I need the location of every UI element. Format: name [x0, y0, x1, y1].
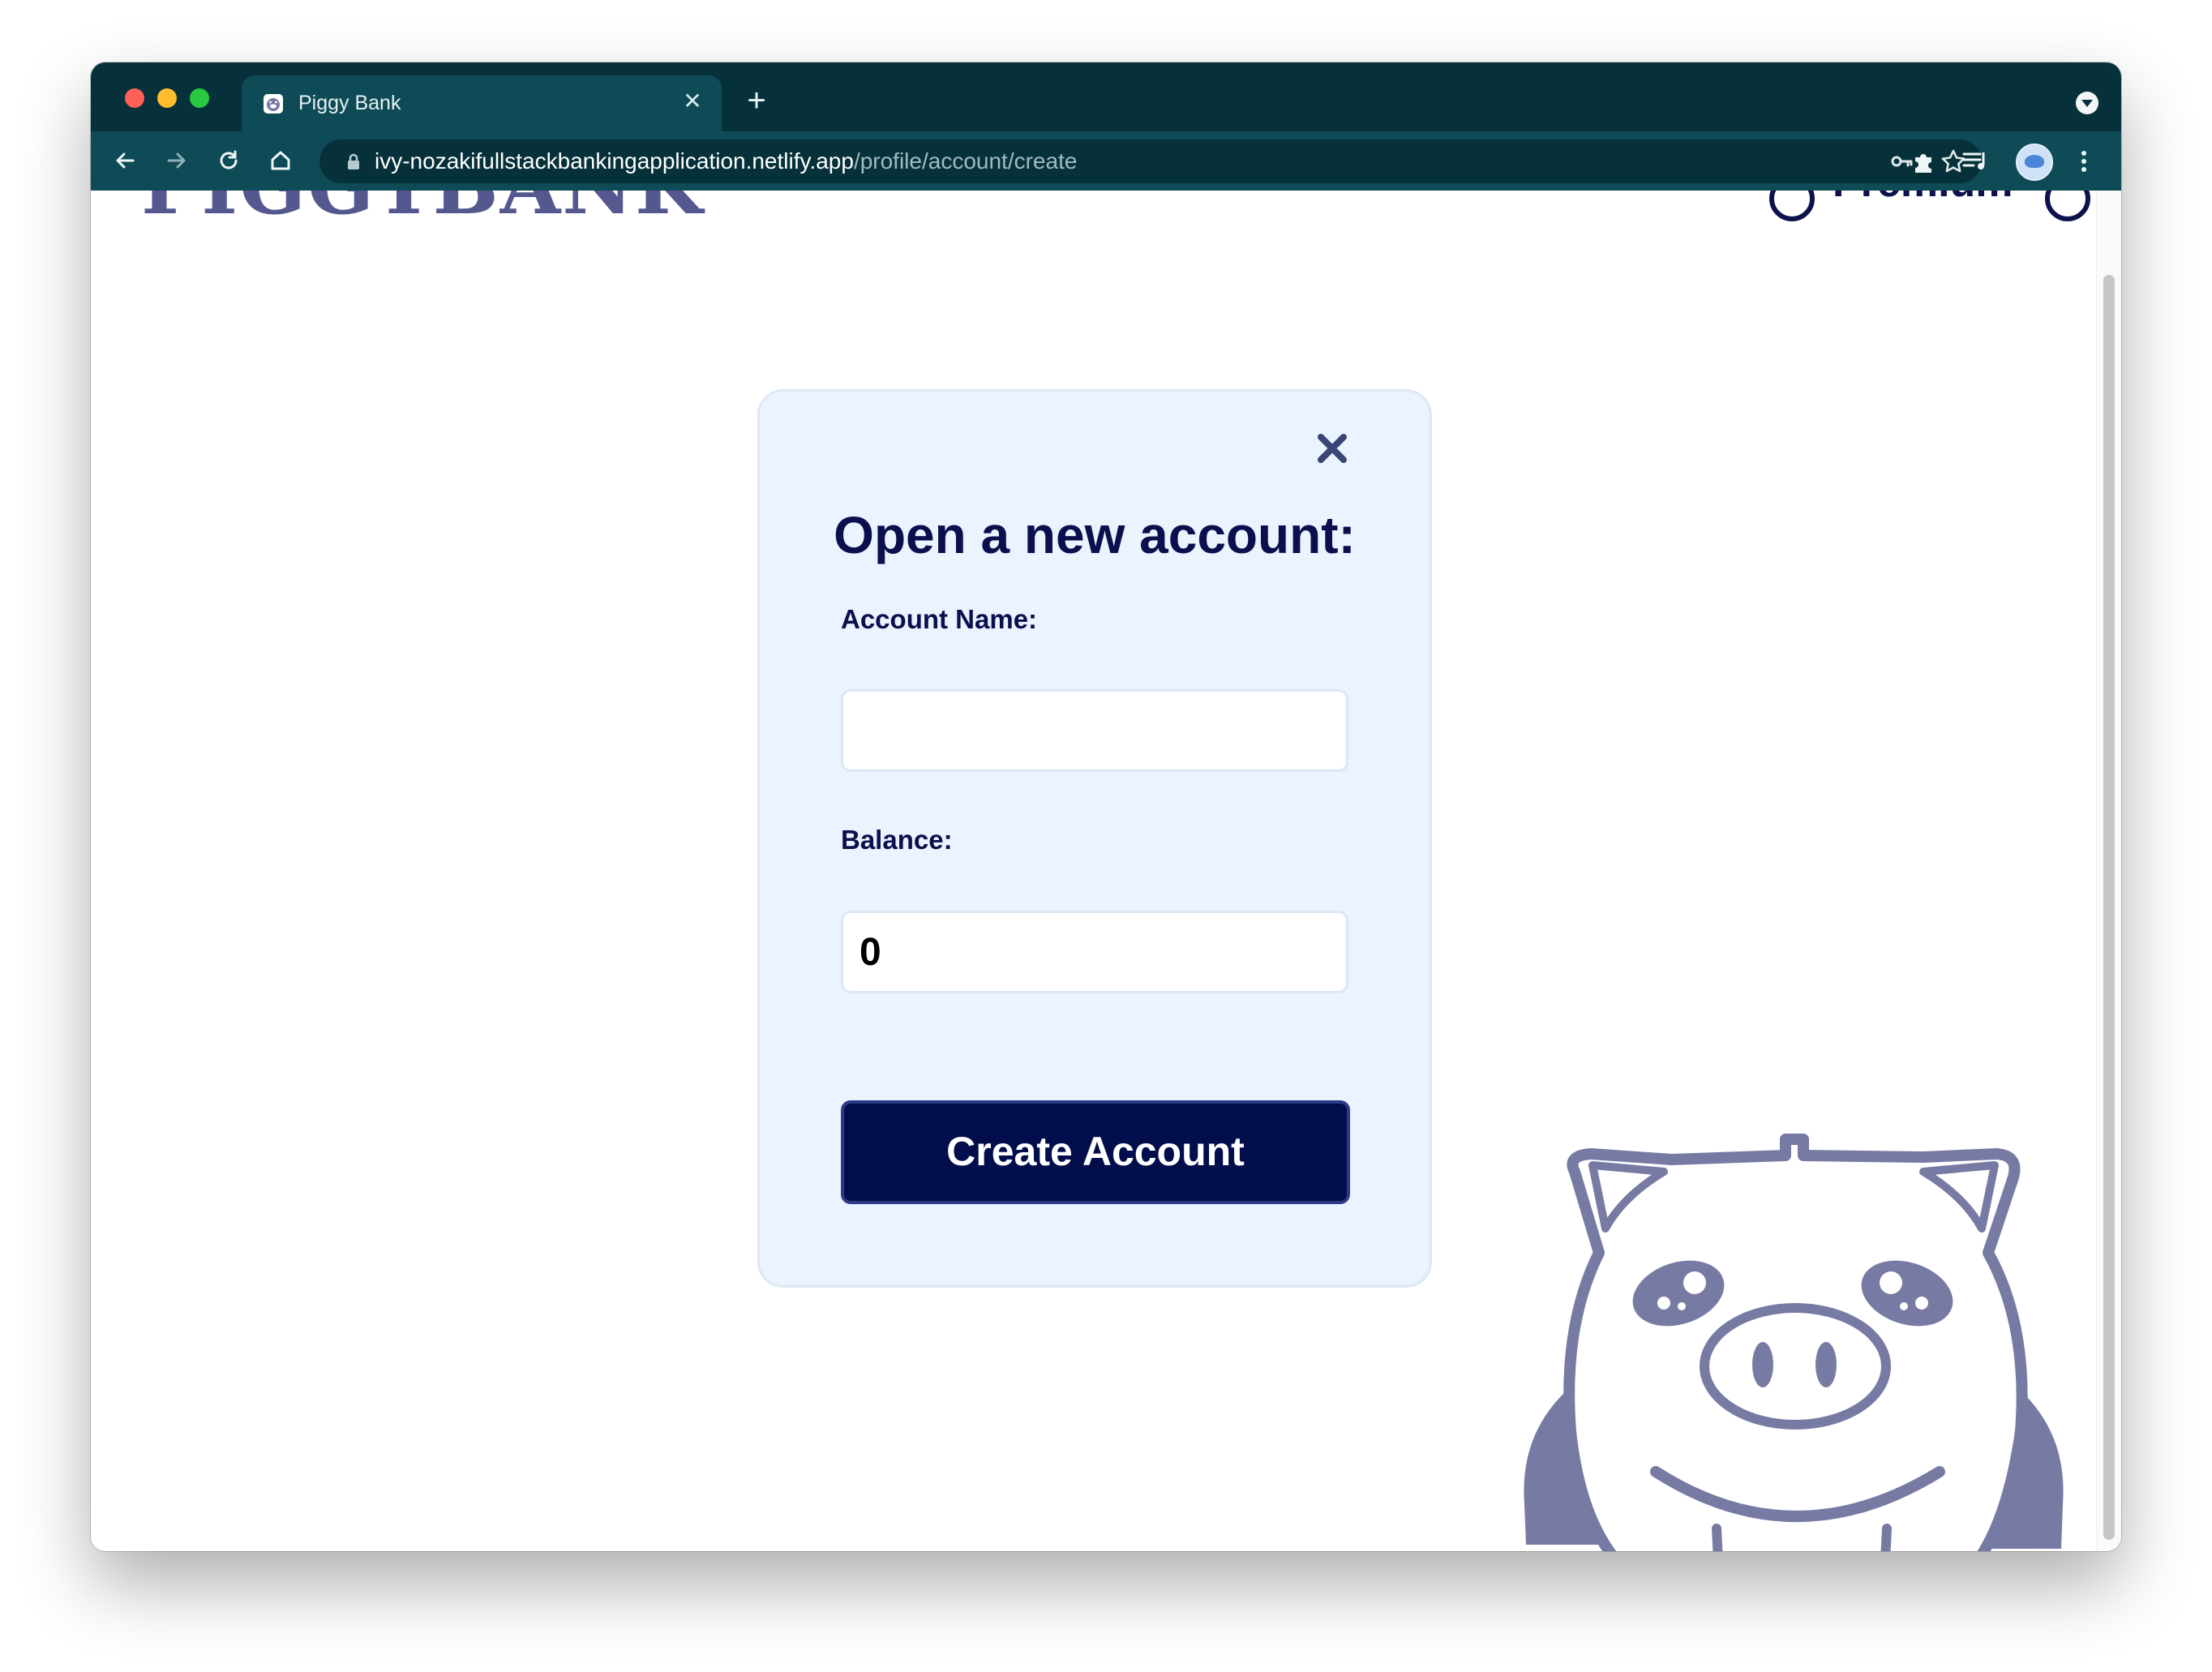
- browser-toolbar: ivy-nozakifullstackbankingapplication.ne…: [91, 131, 2121, 191]
- user-icon[interactable]: [2045, 191, 2090, 221]
- page-scrollbar[interactable]: [2096, 191, 2121, 1551]
- forward-icon[interactable]: [159, 143, 195, 178]
- tab-bar: Piggy Bank ✕ +: [91, 62, 2121, 131]
- back-icon[interactable]: [107, 143, 143, 178]
- home-icon[interactable]: [263, 143, 298, 178]
- minimize-window-button[interactable]: [157, 88, 177, 108]
- browser-window: Piggy Bank ✕ + ivy-nozakifullstackbankin…: [91, 62, 2121, 1551]
- balance-input[interactable]: [841, 911, 1348, 993]
- url-host: ivy-nozakifullstackbankingapplication.ne…: [375, 148, 854, 174]
- close-icon[interactable]: [1311, 427, 1353, 469]
- tab-title: Piggy Bank: [298, 92, 401, 114]
- media-icon[interactable]: [1961, 148, 1990, 175]
- modal-title: Open a new account:: [834, 506, 1356, 564]
- url-text: ivy-nozakifullstackbankingapplication.ne…: [375, 148, 1077, 174]
- new-tab-icon[interactable]: +: [739, 84, 774, 118]
- site-logo[interactable]: PIGGYBANK: [141, 191, 704, 232]
- url-path: /profile/account/create: [853, 148, 1078, 174]
- balance-label: Balance:: [841, 825, 953, 855]
- address-bar[interactable]: ivy-nozakifullstackbankingapplication.ne…: [319, 139, 1982, 183]
- account-name-label: Account Name:: [841, 604, 1038, 634]
- close-window-button[interactable]: [125, 88, 144, 108]
- reload-icon[interactable]: [211, 143, 246, 178]
- account-name-input[interactable]: [841, 689, 1348, 772]
- profile-avatar[interactable]: [2016, 144, 2053, 181]
- browser-tab[interactable]: Piggy Bank ✕: [242, 75, 722, 131]
- premium-icon: [1769, 191, 1815, 221]
- tab-close-icon[interactable]: ✕: [678, 87, 707, 116]
- create-account-button[interactable]: Create Account: [841, 1100, 1350, 1204]
- menu-icon[interactable]: [2076, 148, 2092, 175]
- piggy-bank-illustration: [1524, 1134, 2064, 1551]
- nav-premium-link[interactable]: Premium: [1833, 191, 2013, 207]
- tab-search-icon[interactable]: [2076, 92, 2098, 114]
- maximize-window-button[interactable]: [190, 88, 209, 108]
- scrollbar-thumb[interactable]: [2103, 275, 2115, 1540]
- lock-icon: [348, 153, 359, 169]
- extensions-icon[interactable]: [1910, 148, 1938, 175]
- create-account-modal: Open a new account: Account Name: Balanc…: [757, 389, 1432, 1288]
- page-content: PIGGYBANK Premium Open a new account: Ac…: [91, 191, 2121, 1551]
- pig-favicon-icon: [264, 94, 283, 114]
